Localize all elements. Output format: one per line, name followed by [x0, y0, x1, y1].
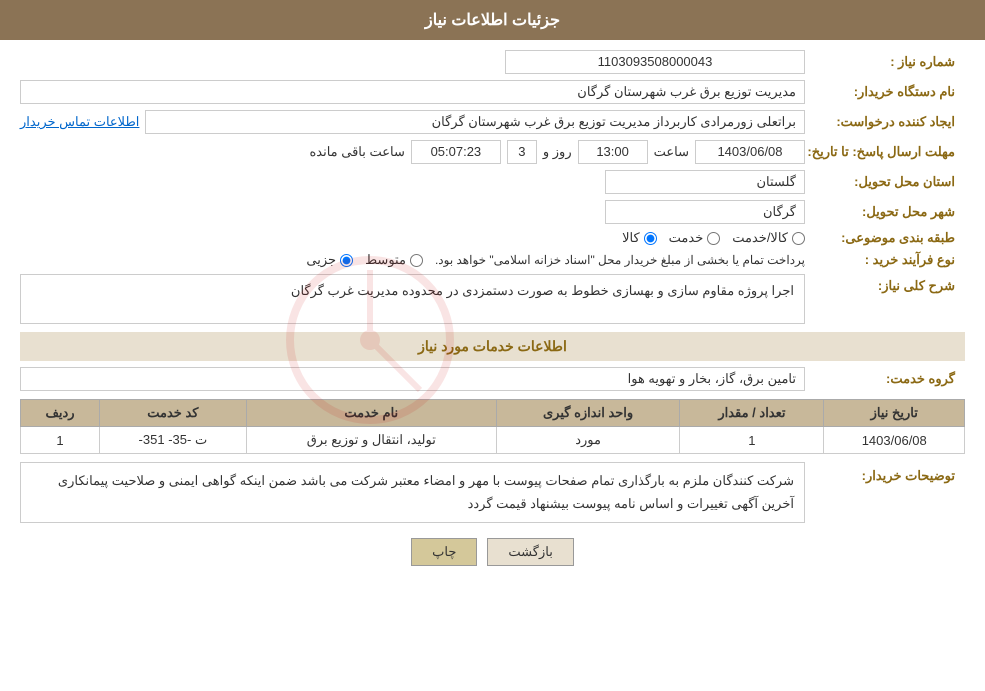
mohlat-date: 1403/06/08 [695, 140, 805, 164]
shomare-niaz-label: شماره نیاز : [805, 54, 965, 70]
ostan-value: گلستان [605, 170, 805, 194]
ijad-konande-label: ایجاد کننده درخواست: [805, 114, 965, 130]
radio-khadamat-label: خدمت [669, 230, 704, 246]
radio-kala-khadamat-label: کالا/خدمت [732, 230, 788, 246]
sharh-koli-label: شرح کلی نیاز: [805, 274, 965, 294]
shahr-value: گرگان [605, 200, 805, 224]
ijad-konande-value: براتعلی زورمرادی کاربرداز مدیریت توزیع ب… [145, 110, 805, 134]
page-title: جزئیات اطلاعات نیاز [0, 0, 985, 40]
radio-jozii[interactable]: جزیی [306, 252, 353, 268]
services-table: تاریخ نیاز تعداد / مقدار واحد اندازه گیر… [20, 399, 965, 454]
mohlat-saat-label: ساعت [654, 144, 689, 160]
mohlat-roz-label: روز و [543, 144, 572, 160]
mohlat-baqi-label: ساعت باقی مانده [309, 144, 404, 160]
cell-name: تولید، انتقال و توزیع برق [246, 427, 496, 454]
nam-dastgah-label: نام دستگاه خریدار: [805, 84, 965, 100]
khadamat-section-header: اطلاعات خدمات مورد نیاز [20, 332, 965, 361]
radio-motavasset[interactable]: متوسط [365, 252, 423, 268]
radio-motavasset-label: متوسط [365, 252, 406, 268]
nam-dastgah-value: مدیریت توزیع برق غرب شهرستان گرگان [20, 80, 805, 104]
radio-kala[interactable]: کالا [622, 230, 657, 246]
cell-code: ت -35- 351- [100, 427, 247, 454]
radio-kala-label: کالا [622, 230, 640, 246]
ferayand-note: پرداخت تمام یا بخشی از مبلغ خریدار محل "… [435, 253, 805, 267]
grohe-khadamat-label: گروه خدمت: [805, 371, 965, 387]
shahr-label: شهر محل تحویل: [805, 204, 965, 220]
radio-khadamat[interactable]: خدمت [669, 230, 721, 246]
radio-kala-input[interactable] [644, 232, 657, 245]
col-code: کد خدمت [100, 400, 247, 427]
radio-motavasset-input[interactable] [410, 254, 423, 267]
col-unit: واحد اندازه گیری [496, 400, 680, 427]
sharh-koli-value: اجرا پروژه مقاوم سازی و بهسازی خطوط به ص… [20, 274, 805, 324]
ettelaat-tamas-link[interactable]: اطلاعات تماس خریدار [20, 114, 139, 130]
col-tarikh: تاریخ نیاز [824, 400, 965, 427]
mohlat-roz: 3 [507, 140, 537, 164]
radio-khadamat-input[interactable] [707, 232, 720, 245]
col-name: نام خدمت [246, 400, 496, 427]
bazgasht-button[interactable]: بازگشت [487, 538, 573, 566]
mohlat-saat: 13:00 [578, 140, 648, 164]
cell-radif: 1 [21, 427, 100, 454]
col-tedad: تعداد / مقدار [680, 400, 824, 427]
table-row: 1403/06/08 1 مورد تولید، انتقال و توزیع … [21, 427, 965, 454]
mohlat-label: مهلت ارسال پاسخ: تا تاریخ: [805, 144, 965, 160]
tazihaat-label: توضیحات خریدار: [805, 462, 965, 484]
grohe-khadamat-value: تامین برق، گاز، بخار و تهویه هوا [20, 367, 805, 391]
cell-unit: مورد [496, 427, 680, 454]
cell-tedad: 1 [680, 427, 824, 454]
chap-button[interactable]: چاپ [411, 538, 477, 566]
radio-kala-khadamat-input[interactable] [792, 232, 805, 245]
tazihaat-value: شرکت کنندگان ملزم به بارگذاری تمام صفحات… [20, 462, 805, 523]
mohlat-baqi: 05:07:23 [411, 140, 501, 164]
ferayand-label: نوع فرآیند خرید : [805, 252, 965, 268]
radio-jozii-input[interactable] [340, 254, 353, 267]
cell-tarikh: 1403/06/08 [824, 427, 965, 454]
buttons-row: بازگشت چاپ [20, 538, 965, 566]
radio-jozii-label: جزیی [306, 252, 336, 268]
shomare-niaz-value: 1103093508000043 [505, 50, 805, 74]
tabaqe-label: طبقه بندی موضوعی: [805, 230, 965, 246]
col-radif: ردیف [21, 400, 100, 427]
radio-kala-khadamat[interactable]: کالا/خدمت [732, 230, 805, 246]
ostan-label: استان محل تحویل: [805, 174, 965, 190]
